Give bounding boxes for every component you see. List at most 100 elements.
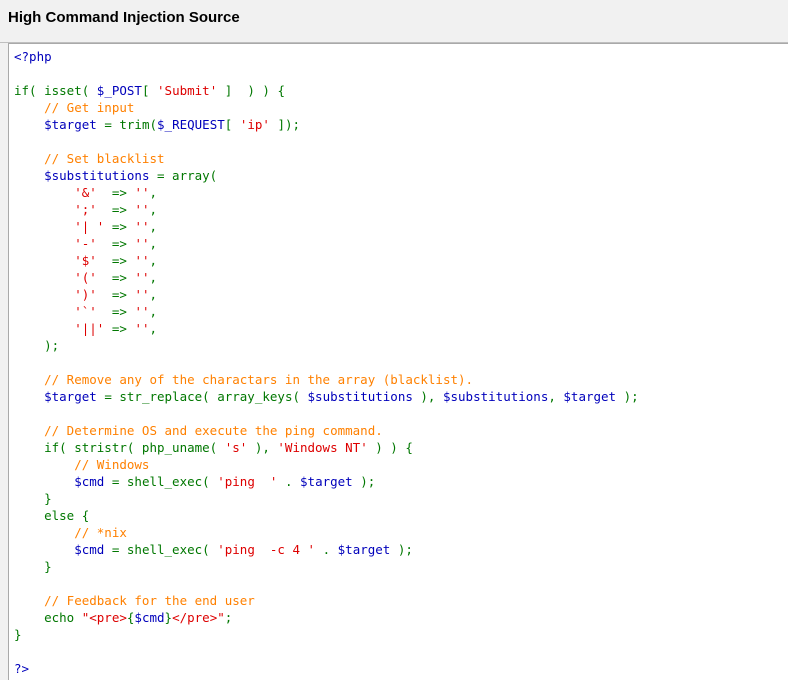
code-token: . — [277, 474, 301, 489]
variable-token: $cmd — [74, 542, 105, 557]
code-token: = shell_exec( — [104, 542, 218, 557]
page-header: High Command Injection Source — [0, 0, 788, 43]
string-token: '' — [134, 202, 150, 217]
code-line: echo "<pre>{$cmd}</pre>"; — [14, 609, 639, 626]
code-token: => — [96, 202, 135, 217]
code-token: if( stristr( php_uname( — [14, 440, 225, 455]
code-line: } — [14, 558, 639, 575]
code-token: => — [104, 219, 135, 234]
code-line: <?php — [14, 48, 639, 65]
string-token: 'Submit' — [157, 83, 218, 98]
code-line: else { — [14, 507, 639, 524]
string-token: 's' — [224, 440, 248, 455]
variable-token: $substitutions — [442, 389, 549, 404]
code-token: => — [104, 321, 135, 336]
variable-token: $substitutions — [307, 389, 413, 404]
variable-token: $target — [44, 389, 97, 404]
code-line: // Windows — [14, 456, 639, 473]
code-token: , — [149, 219, 158, 234]
code-line: '-' => '', — [14, 235, 639, 252]
code-token: echo — [14, 610, 82, 625]
code-line: ')' => '', — [14, 286, 639, 303]
code-line: '| ' => '', — [14, 218, 639, 235]
code-line: ?> — [14, 660, 639, 677]
variable-token: $substitutions — [44, 168, 150, 183]
string-token: '`' — [74, 304, 97, 319]
string-token: '-' — [74, 236, 97, 251]
code-token: = trim( — [96, 117, 158, 132]
code-line: $cmd = shell_exec( 'ping ' . $target ); — [14, 473, 639, 490]
variable-token: $cmd — [74, 474, 105, 489]
code-token: = array( — [149, 168, 218, 183]
comment-token: // Set blacklist — [14, 151, 165, 166]
code-line: } — [14, 490, 639, 507]
string-token: '' — [134, 270, 150, 285]
code-line: '||' => '', — [14, 320, 639, 337]
code-token: ); — [352, 474, 376, 489]
code-token: => — [96, 287, 135, 302]
comment-token: // Windows — [14, 457, 150, 472]
code-line: } — [14, 626, 639, 643]
code-token: , — [149, 270, 158, 285]
string-token: '' — [134, 304, 150, 319]
code-line: $target = trim($_REQUEST[ 'ip' ]); — [14, 116, 639, 133]
code-line: $substitutions = array( — [14, 167, 639, 184]
code-line: '(' => '', — [14, 269, 639, 286]
code-line: ';' => '', — [14, 201, 639, 218]
code-token: ; — [224, 610, 233, 625]
string-token: </pre>" — [172, 610, 225, 625]
code-token: ); — [616, 389, 639, 404]
string-token: 'ip' — [239, 117, 270, 132]
code-line: '$' => '', — [14, 252, 639, 269]
code-token: } — [14, 491, 52, 506]
code-token: ] ) ) { — [217, 83, 285, 98]
code-line: // Get input — [14, 99, 639, 116]
string-token: ';' — [74, 202, 97, 217]
code-token: [ — [224, 117, 240, 132]
code-line: // Feedback for the end user — [14, 592, 639, 609]
code-token: , — [149, 236, 158, 251]
comment-token: // Get input — [14, 100, 135, 115]
string-token: '' — [134, 185, 150, 200]
code-token: = shell_exec( — [104, 474, 218, 489]
code-token: ]); — [269, 117, 301, 132]
code-line: if( stristr( php_uname( 's' ), 'Windows … — [14, 439, 639, 456]
string-token: '$' — [74, 253, 97, 268]
string-token: '| ' — [74, 219, 105, 234]
source-code: <?php if( isset( $_POST[ 'Submit' ] ) ) … — [14, 48, 639, 677]
string-token: '' — [134, 236, 150, 251]
code-line: // Determine OS and execute the ping com… — [14, 422, 639, 439]
code-line: '&' => '', — [14, 184, 639, 201]
code-line: $target = str_replace( array_keys( $subs… — [14, 388, 639, 405]
code-line: $cmd = shell_exec( 'ping -c 4 ' . $targe… — [14, 541, 639, 558]
code-token: ); — [390, 542, 413, 557]
string-token: 'Windows NT' — [277, 440, 368, 455]
variable-token: $cmd — [134, 610, 165, 625]
comment-token: // Remove any of the charactars in the a… — [14, 372, 474, 387]
code-token: [ — [141, 83, 158, 98]
string-token: '' — [134, 321, 150, 336]
variable-token: $target — [44, 117, 97, 132]
code-line: if( isset( $_POST[ 'Submit' ] ) ) { — [14, 82, 639, 99]
string-token: ')' — [74, 287, 97, 302]
code-token: if( isset( — [14, 83, 97, 98]
code-line: '`' => '', — [14, 303, 639, 320]
code-token: ), — [412, 389, 443, 404]
string-token: '' — [134, 253, 150, 268]
code-line: // Set blacklist — [14, 150, 639, 167]
string-token: "<pre> — [81, 610, 127, 625]
code-token: => — [96, 304, 135, 319]
code-token: = str_replace( array_keys( — [96, 389, 308, 404]
